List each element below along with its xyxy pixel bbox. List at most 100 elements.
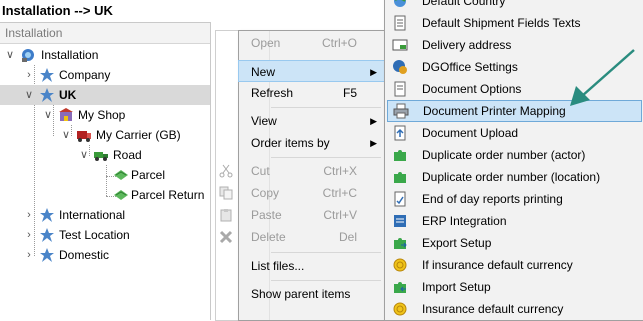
submenu-item-if-insurance-default-currency[interactable]: If insurance default currency (385, 254, 643, 276)
submenu-item-import-setup[interactable]: Import Setup (385, 276, 643, 298)
menu-item-label: Paste (251, 208, 282, 222)
menu-item-delete[interactable]: Delete Del (219, 226, 385, 248)
submenu-item-default-country[interactable]: Default Country (385, 0, 643, 12)
menu-item-label: New (251, 65, 276, 79)
network-icon (22, 49, 34, 62)
truck-icon (94, 152, 108, 161)
sites-icon (40, 228, 54, 242)
document-icon (394, 81, 406, 97)
submenu-item-duplicate-order-number-actor[interactable]: Duplicate order number (actor) (385, 144, 643, 166)
submenu-item-label: Export Setup (422, 236, 492, 250)
chevron-down-icon[interactable]: ∨ (79, 145, 89, 165)
chevron-down-icon[interactable]: ∨ (43, 105, 53, 125)
tree-node-domestic[interactable]: › Domestic (0, 245, 210, 265)
chevron-right-icon[interactable]: › (24, 65, 34, 85)
chevron-down-icon[interactable]: ∨ (5, 45, 15, 65)
submenu-item-label: Import Setup (422, 280, 491, 294)
submenu-item-label: Document Upload (422, 126, 519, 140)
coin-icon (393, 302, 407, 316)
context-menu: Open Ctrl+O New ▶ Refresh F5 View ▶ Orde… (219, 30, 386, 321)
submenu-item-duplicate-order-number-location[interactable]: Duplicate order number (location) (385, 166, 643, 188)
tree-node-label: Domestic (59, 248, 110, 262)
document-upload-icon (394, 125, 406, 141)
tree-node-installation[interactable]: ∨ Installation (0, 45, 210, 65)
submenu-item-label: Document Options (422, 82, 522, 96)
carrier-icon (77, 131, 91, 142)
chevron-right-icon[interactable]: › (24, 205, 34, 225)
submenu-item-end-of-day-reports-printing[interactable]: End of day reports printing (385, 188, 643, 210)
shop-icon (59, 108, 73, 121)
tree-node-label: UK (59, 88, 77, 102)
menu-item-view[interactable]: View ▶ (239, 110, 385, 132)
annotation-arrow-icon (570, 49, 635, 106)
tree-node-test-location[interactable]: › Test Location (0, 225, 210, 245)
submenu-item-label: Duplicate order number (actor) (422, 148, 586, 162)
menu-item-new[interactable]: New ▶ (238, 60, 386, 82)
tree-node-label: Company (59, 68, 111, 82)
scissors-icon (219, 164, 233, 178)
menu-item-list-files[interactable]: List files... (239, 255, 385, 277)
sites-icon (40, 88, 54, 102)
tree-node-label: Parcel (131, 168, 166, 182)
delete-icon (219, 230, 233, 244)
printer-icon (393, 103, 409, 119)
tree-node-label: My Carrier (GB) (96, 128, 181, 142)
globe-icon (394, 0, 406, 7)
menu-item-paste[interactable]: Paste Ctrl+V (220, 204, 385, 226)
tree-node-uk[interactable]: ∨ UK (0, 85, 210, 105)
menu-item-copy[interactable]: Copy Ctrl+C (219, 182, 385, 204)
chevron-down-icon[interactable]: ∨ (61, 125, 71, 145)
import-icon (394, 282, 406, 293)
tree-node-label: Parcel Return (131, 188, 205, 202)
coin-icon (393, 258, 407, 272)
tree-node-label: My Shop (78, 108, 126, 122)
menu-item-label: Open (251, 36, 281, 50)
report-icon (394, 191, 406, 207)
menu-item-label: Delete (251, 230, 286, 244)
tree-node-my-carrier[interactable]: ∨ My Carrier (GB) (0, 125, 210, 145)
submenu-item-label: If insurance default currency (422, 258, 573, 272)
submenu-item-label: ERP Integration (422, 214, 507, 228)
tree-node-company[interactable]: › Company (0, 65, 210, 85)
chevron-down-icon[interactable]: ∨ (24, 85, 34, 105)
menu-item-show-parent-items[interactable]: Show parent items (239, 283, 385, 305)
menu-separator (271, 107, 381, 108)
submenu-item-label: Default Shipment Fields Texts (422, 16, 581, 30)
sites-icon (40, 208, 54, 222)
tree-node-my-shop[interactable]: ∨ My Shop (0, 105, 210, 125)
submenu-arrow-icon: ▶ (370, 116, 377, 126)
menu-item-shortcut: Ctrl+C (322, 186, 357, 200)
submenu-arrow-icon: ▶ (370, 138, 377, 148)
paste-icon (220, 209, 232, 222)
submenu-item-label: Document Printer Mapping (423, 104, 566, 118)
breadcrumb-title: Installation --> UK (2, 3, 113, 18)
menu-item-cut[interactable]: Cut Ctrl+X (219, 160, 385, 182)
puzzle-icon (394, 150, 406, 161)
submenu-item-insurance-default-currency[interactable]: Insurance default currency (385, 298, 643, 320)
submenu-item-document-upload[interactable]: Document Upload (385, 122, 643, 144)
chevron-right-icon[interactable]: › (24, 245, 34, 265)
submenu-item-label: Delivery address (422, 38, 512, 52)
submenu-item-export-setup[interactable]: Export Setup (385, 232, 643, 254)
tree-node-parcel-return[interactable]: Parcel Return (0, 185, 210, 205)
erp-icon (394, 215, 406, 227)
menu-item-label: List files... (251, 259, 305, 273)
submenu-item-erp-integration[interactable]: ERP Integration (385, 210, 643, 232)
tree-node-road[interactable]: ∨ Road (0, 145, 210, 165)
sites-icon (40, 248, 54, 262)
menu-item-refresh[interactable]: Refresh F5 (239, 82, 385, 104)
submenu-item-label: Duplicate order number (location) (422, 170, 601, 184)
submenu-item-default-shipment-fields-texts[interactable]: Default Shipment Fields Texts (385, 12, 643, 34)
menu-item-shortcut: F5 (342, 86, 357, 100)
tree-node-label: Installation (41, 48, 99, 62)
menu-separator (271, 157, 381, 158)
menu-item-order-items-by[interactable]: Order items by ▶ (239, 132, 385, 154)
menu-item-label: Show parent items (251, 287, 351, 301)
tree-node-international[interactable]: › International (0, 205, 210, 225)
chevron-right-icon[interactable]: › (24, 225, 34, 245)
tree-node-parcel[interactable]: Parcel (0, 165, 210, 185)
tree-panel: Installation ∨ Installation › Company ∨ … (0, 22, 211, 320)
menu-item-open[interactable]: Open Ctrl+O (239, 32, 385, 54)
menu-item-label: View (251, 114, 277, 128)
sites-icon (40, 68, 54, 82)
